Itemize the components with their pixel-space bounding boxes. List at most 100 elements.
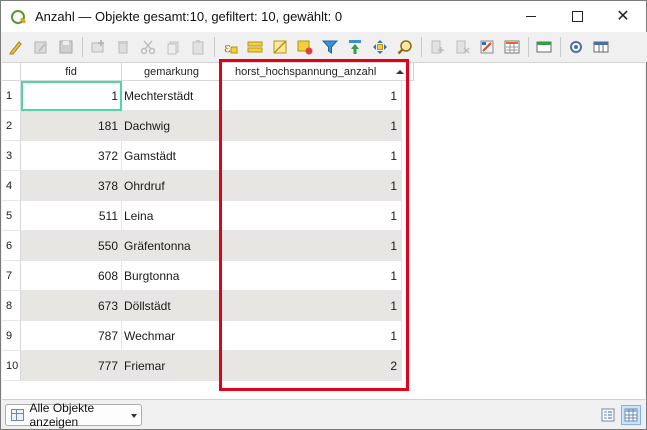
paste-button[interactable]	[187, 36, 209, 58]
row-number[interactable]: 1	[2, 81, 21, 111]
row-number[interactable]: 9	[2, 321, 21, 351]
cell-gemarkung[interactable]: Dachwig	[122, 111, 222, 141]
cell-gemarkung[interactable]: Ohrdruf	[122, 171, 222, 201]
pan-to-selected-button[interactable]	[369, 36, 391, 58]
cell-fid[interactable]: 550	[21, 231, 122, 261]
save-edits-button[interactable]	[55, 36, 77, 58]
cell-fid[interactable]: 777	[21, 351, 122, 381]
cell-horst-hochspannung-anzahl[interactable]: 1	[222, 261, 402, 291]
corner-header[interactable]	[2, 63, 21, 81]
row-number[interactable]: 10	[2, 351, 21, 381]
maximize-icon	[571, 11, 583, 22]
minimize-button[interactable]	[508, 1, 554, 32]
delete-field-button[interactable]	[451, 36, 473, 58]
cell-gemarkung[interactable]: Wechmar	[122, 321, 222, 351]
cell-horst-hochspannung-anzahl[interactable]: 1	[222, 141, 402, 171]
cell-fid[interactable]: 511	[21, 201, 122, 231]
select-by-expression-button[interactable]: ε	[219, 36, 241, 58]
cell-horst-hochspannung-anzahl[interactable]: 1	[222, 201, 402, 231]
column-header-gemarkung[interactable]: gemarkung	[122, 63, 222, 81]
table-row[interactable]: 2 181 Dachwig 1	[2, 111, 414, 141]
table-row[interactable]: 4 378 Ohrdruf 1	[2, 171, 414, 201]
sort-ascending-icon	[396, 70, 404, 74]
attribute-table[interactable]: fid gemarkung horst_hochspannung_anzahl …	[2, 62, 645, 401]
cut-button[interactable]	[137, 36, 159, 58]
feature-filter-dropdown[interactable]: Alle Objekte anzeigen	[5, 401, 142, 429]
svg-text:ε: ε	[224, 41, 231, 55]
cell-fid[interactable]: 608	[21, 261, 122, 291]
cell-horst-hochspannung-anzahl[interactable]: 1	[222, 171, 402, 201]
table-header: fid gemarkung horst_hochspannung_anzahl	[2, 63, 645, 81]
add-feature-button[interactable]	[87, 36, 109, 58]
deselect-all-button[interactable]	[294, 36, 316, 58]
column-header-fid[interactable]: fid	[21, 63, 122, 81]
cell-gemarkung[interactable]: Friemar	[122, 351, 222, 381]
form-view-button[interactable]	[598, 405, 618, 425]
table-row[interactable]: 5 511 Leina 1	[2, 201, 414, 231]
table-view-button[interactable]	[621, 405, 641, 425]
row-number[interactable]: 3	[2, 141, 21, 171]
organize-columns-button[interactable]	[590, 36, 612, 58]
cell-gemarkung[interactable]: Mechterstädt	[122, 81, 222, 111]
table-row[interactable]: 7 608 Burgtonna 1	[2, 261, 414, 291]
filter-select-button[interactable]	[319, 36, 341, 58]
window-title: Anzahl — Objekte gesamt:10, gefiltert: 1…	[35, 9, 343, 24]
table-row[interactable]: 1 1 Mechterstädt 1	[2, 81, 414, 111]
move-selection-top-button[interactable]	[344, 36, 366, 58]
column-header-horst-hochspannung-anzahl[interactable]: horst_hochspannung_anzahl	[222, 63, 414, 81]
delete-field-icon	[456, 40, 470, 54]
cell-gemarkung[interactable]: Döllstädt	[122, 291, 222, 321]
maximize-button[interactable]	[554, 1, 600, 32]
select-all-button[interactable]	[244, 36, 266, 58]
cell-horst-hochspannung-anzahl[interactable]: 1	[222, 231, 402, 261]
cell-fid[interactable]: 372	[21, 141, 122, 171]
cell-horst-hochspannung-anzahl[interactable]: 1	[222, 111, 402, 141]
table-row[interactable]: 10 777 Friemar 2	[2, 351, 414, 381]
close-button[interactable]: ✕	[600, 1, 646, 32]
row-number[interactable]: 2	[2, 111, 21, 141]
select-all-icon	[247, 41, 263, 53]
new-field-button[interactable]	[426, 36, 448, 58]
row-number[interactable]: 4	[2, 171, 21, 201]
cell-gemarkung[interactable]: Gräfentonna	[122, 231, 222, 261]
cell-fid[interactable]: 181	[21, 111, 122, 141]
actions-button[interactable]	[565, 36, 587, 58]
cell-fid[interactable]: 673	[21, 291, 122, 321]
cell-fid[interactable]: 378	[21, 171, 122, 201]
cell-gemarkung[interactable]: Gamstädt	[122, 141, 222, 171]
table-row[interactable]: 8 673 Döllstädt 1	[2, 291, 414, 321]
cell-gemarkung[interactable]: Burgtonna	[122, 261, 222, 291]
zoom-to-selected-button[interactable]	[394, 36, 416, 58]
cell-fid[interactable]: 1	[21, 81, 122, 111]
actions-icon	[570, 41, 582, 53]
field-calculator-button[interactable]	[476, 36, 498, 58]
toolbar-separator	[528, 37, 529, 57]
cell-fid[interactable]: 787	[21, 321, 122, 351]
cell-horst-hochspannung-anzahl[interactable]: 1	[222, 321, 402, 351]
table-row[interactable]: 9 787 Wechmar 1	[2, 321, 414, 351]
toggle-editing-icon	[9, 41, 22, 55]
copy-button[interactable]	[162, 36, 184, 58]
row-number[interactable]: 6	[2, 231, 21, 261]
row-number[interactable]: 7	[2, 261, 21, 291]
row-number[interactable]: 5	[2, 201, 21, 231]
conditional-formatting-button[interactable]	[501, 36, 523, 58]
cell-horst-hochspannung-anzahl[interactable]: 1	[222, 291, 402, 321]
filter-select-icon	[322, 40, 338, 54]
table-row[interactable]: 6 550 Gräfentonna 1	[2, 231, 414, 261]
cell-gemarkung[interactable]: Leina	[122, 201, 222, 231]
paste-icon	[192, 40, 204, 55]
minimize-icon	[526, 16, 536, 17]
cell-horst-hochspannung-anzahl[interactable]: 1	[222, 81, 402, 111]
dock-table-button[interactable]	[533, 36, 555, 58]
status-bar: Alle Objekte anzeigen	[1, 400, 646, 429]
cell-horst-hochspannung-anzahl[interactable]: 2	[222, 351, 402, 381]
delete-selected-button[interactable]	[112, 36, 134, 58]
form-view-icon	[601, 408, 615, 422]
table-row[interactable]: 3 372 Gamstädt 1	[2, 141, 414, 171]
row-number[interactable]: 8	[2, 291, 21, 321]
invert-selection-button[interactable]	[269, 36, 291, 58]
toggle-multi-edit-button[interactable]	[30, 36, 52, 58]
toggle-editing-button[interactable]	[5, 36, 27, 58]
conditional-formatting-icon	[504, 40, 520, 54]
